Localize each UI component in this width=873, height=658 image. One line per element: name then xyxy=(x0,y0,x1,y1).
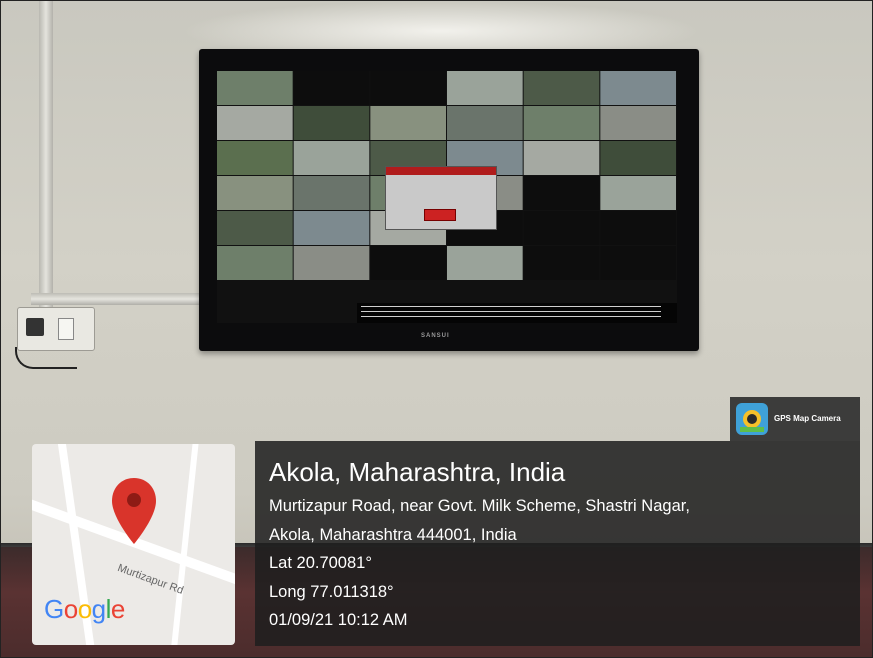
cctv-feed-tile xyxy=(293,246,370,280)
timestamp: 01/09/21 10:12 AM xyxy=(269,611,408,629)
cctv-feed-tile xyxy=(293,106,370,140)
cctv-feed-tile xyxy=(293,211,370,245)
message-dialog xyxy=(385,166,497,230)
photo-frame: SANSUI Murtizapur Rd Google GPS Map Came… xyxy=(0,0,873,658)
gps-map-camera-badge: GPS Map Camera xyxy=(730,397,860,441)
cctv-feed-tile xyxy=(370,71,446,105)
tv-brand-logo: SANSUI xyxy=(421,333,450,339)
cctv-feed-tile xyxy=(523,106,600,140)
address-line-2: Akola, Maharashtra 444001, India xyxy=(269,526,517,544)
power-wire xyxy=(15,347,77,369)
map-road xyxy=(170,444,200,645)
cctv-feed-tile xyxy=(217,176,293,210)
map-road-label: Murtizapur Rd xyxy=(115,562,185,597)
cctv-feed-tile xyxy=(447,71,523,105)
wall-conduit-vertical xyxy=(39,1,53,331)
cctv-feed-tile xyxy=(293,141,370,175)
cctv-feed-tile xyxy=(217,246,293,280)
dialog-ok-button xyxy=(424,209,456,221)
switch-board xyxy=(17,307,95,351)
cctv-feed-tile xyxy=(600,246,676,280)
map-thumbnail: Murtizapur Rd Google xyxy=(32,444,235,645)
location-title: Akola, Maharashtra, India xyxy=(269,457,566,487)
cctv-feed-tile xyxy=(217,141,293,175)
cctv-feed-tile xyxy=(600,106,676,140)
cctv-grid xyxy=(217,71,677,323)
wall-conduit-horizontal xyxy=(31,293,211,305)
cctv-feed-tile xyxy=(523,211,600,245)
cctv-feed-tile xyxy=(370,246,446,280)
cctv-feed-tile xyxy=(600,176,676,210)
cctv-feed-tile xyxy=(447,246,523,280)
cctv-feed-tile xyxy=(523,176,600,210)
cctv-feed-tile xyxy=(217,106,293,140)
cctv-feed-tile xyxy=(600,71,676,105)
cctv-feed-tile xyxy=(600,211,676,245)
cctv-feed-tile xyxy=(293,176,370,210)
cctv-feed-tile xyxy=(217,71,293,105)
cctv-feed-tile xyxy=(293,71,370,105)
dialog-title-bar xyxy=(386,167,496,175)
cctv-feed-tile xyxy=(370,106,446,140)
gps-badge-label: GPS Map Camera xyxy=(774,414,841,423)
map-pin-icon xyxy=(112,478,156,544)
gps-map-camera-icon xyxy=(736,403,768,435)
longitude: Long 77.011318° xyxy=(269,583,394,601)
wall-switch xyxy=(58,318,74,340)
cctv-feed-tile xyxy=(523,141,600,175)
location-info-panel: Akola, Maharashtra, India Murtizapur Roa… xyxy=(255,441,860,646)
google-logo: Google xyxy=(44,594,125,624)
cctv-feed-tile xyxy=(523,246,600,280)
cctv-feed-tile xyxy=(447,106,523,140)
cctv-feed-tile xyxy=(600,141,676,175)
cctv-feed-tile xyxy=(217,211,293,245)
channel-stats-table xyxy=(357,303,677,323)
latitude: Lat 20.70081° xyxy=(269,554,372,572)
address-line-1: Murtizapur Road, near Govt. Milk Scheme,… xyxy=(269,497,690,515)
cctv-feed-tile xyxy=(523,71,600,105)
power-socket xyxy=(26,318,44,336)
tv-monitor: SANSUI xyxy=(199,49,699,351)
